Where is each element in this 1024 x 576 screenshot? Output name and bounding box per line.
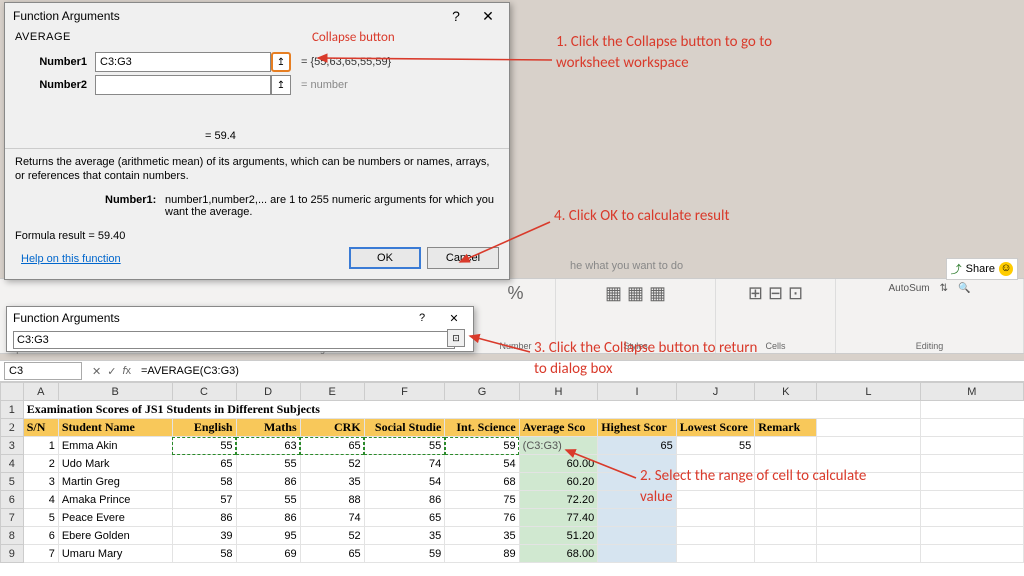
calc-preview: = 59.4 — [5, 128, 509, 144]
student-name: Emma Akin — [58, 437, 172, 455]
col-header[interactable]: K — [755, 383, 817, 401]
col-header[interactable]: F — [364, 383, 445, 401]
table-header: Social Studie — [364, 419, 445, 437]
arg1-label: Number1 — [15, 56, 95, 68]
sort-filter-icon[interactable]: ⇅ — [940, 283, 948, 294]
function-name: AVERAGE — [5, 29, 509, 45]
table-header: Highest Scor — [598, 419, 677, 437]
styles-icon: ▦ ▦ ▦ — [605, 283, 666, 304]
annotation-step4: 4. Click OK to calculate result — [554, 206, 754, 227]
enter-formula-icon[interactable]: ✓ — [107, 365, 116, 378]
col-header[interactable]: E — [300, 383, 364, 401]
col-header[interactable]: H — [519, 383, 598, 401]
annotation-collapse-label: Collapse button — [312, 30, 395, 45]
col-header[interactable]: I — [598, 383, 677, 401]
student-name: Umaru Mary — [58, 545, 172, 563]
annotation-step1: 1. Click the Collapse button to go to wo… — [556, 32, 796, 74]
table-header: Student Name — [58, 419, 172, 437]
dialog-title: Function Arguments — [13, 9, 120, 23]
student-name: Udo Mark — [58, 455, 172, 473]
formula-bar: ✕ ✓ fx — [0, 360, 1024, 382]
col-header[interactable]: A — [23, 383, 58, 401]
tell-me-text[interactable]: he what you want to do — [570, 260, 683, 272]
col-header[interactable]: C — [172, 383, 236, 401]
collapsed-close-icon[interactable]: ✕ — [441, 308, 467, 328]
col-header[interactable]: B — [58, 383, 172, 401]
function-description: Returns the average (arithmetic mean) of… — [5, 148, 509, 190]
arg2-collapse-button[interactable]: ↥ — [271, 75, 291, 95]
formula-result-value: 59.40 — [98, 230, 126, 242]
student-name: Amaka Prince — [58, 491, 172, 509]
dialog-close-icon[interactable]: ✕ — [475, 6, 501, 26]
cancel-button[interactable]: Cancel — [427, 247, 499, 269]
autosum-label[interactable]: AutoSum — [889, 283, 930, 294]
arg2-preview: = number — [301, 79, 348, 91]
ok-button[interactable]: OK — [349, 247, 421, 269]
annotation-step3: 3. Click the Collapse button to return t… — [534, 338, 764, 380]
collapsed-input[interactable] — [13, 331, 455, 349]
arg1-preview: = {55,63,65,55,59} — [301, 56, 391, 68]
table-header: English — [172, 419, 236, 437]
function-arguments-collapsed: Function Arguments ? ✕ ⊡ — [6, 306, 474, 352]
dialog-help-icon[interactable]: ? — [443, 6, 469, 26]
cancel-formula-icon[interactable]: ✕ — [92, 365, 101, 378]
table-header: Average Sco — [519, 419, 598, 437]
number-format-icon: % — [507, 283, 523, 304]
col-header[interactable]: D — [236, 383, 300, 401]
name-box[interactable] — [4, 362, 82, 380]
arg2-label: Number2 — [15, 79, 95, 91]
col-header[interactable]: G — [445, 383, 519, 401]
collapsed-help-icon[interactable]: ? — [409, 308, 435, 328]
collapsed-title: Function Arguments — [13, 311, 120, 325]
find-icon[interactable]: 🔍 — [958, 283, 970, 294]
share-button[interactable]: ⤴ Share ☺ — [946, 258, 1018, 280]
sheet-title: Examination Scores of JS1 Students in Di… — [23, 401, 920, 419]
table-header: S/N — [23, 419, 58, 437]
table-header: Remark — [755, 419, 817, 437]
table-header: Lowest Score — [676, 419, 755, 437]
col-header[interactable]: L — [817, 383, 920, 401]
student-name: Martin Greg — [58, 473, 172, 491]
help-link[interactable]: Help on this function — [11, 251, 131, 267]
fx-icon[interactable]: fx — [122, 365, 131, 378]
arg-help-label: Number1: — [105, 194, 165, 218]
arg-help-text: number1,number2,... are 1 to 255 numeric… — [165, 194, 499, 218]
table-header: CRK — [300, 419, 364, 437]
collapsed-expand-button[interactable]: ⊡ — [447, 329, 465, 347]
col-header[interactable]: M — [920, 383, 1023, 401]
arg1-input[interactable] — [95, 52, 271, 72]
student-name: Ebere Golden — [58, 527, 172, 545]
annotation-step2: 2. Select the range of cell to calculate… — [640, 466, 880, 508]
table-header: Maths — [236, 419, 300, 437]
arg1-collapse-button[interactable]: ↥ — [271, 52, 291, 72]
arg2-input[interactable] — [95, 75, 271, 95]
cells-icon: ⊞ ⊟ ⊡ — [748, 283, 803, 304]
col-header[interactable]: J — [676, 383, 755, 401]
formula-result-label: Formula result = — [15, 230, 95, 242]
table-header: Int. Science — [445, 419, 519, 437]
student-name: Peace Evere — [58, 509, 172, 527]
function-arguments-dialog: Function Arguments ? ✕ AVERAGE Number1 ↥… — [4, 2, 510, 280]
